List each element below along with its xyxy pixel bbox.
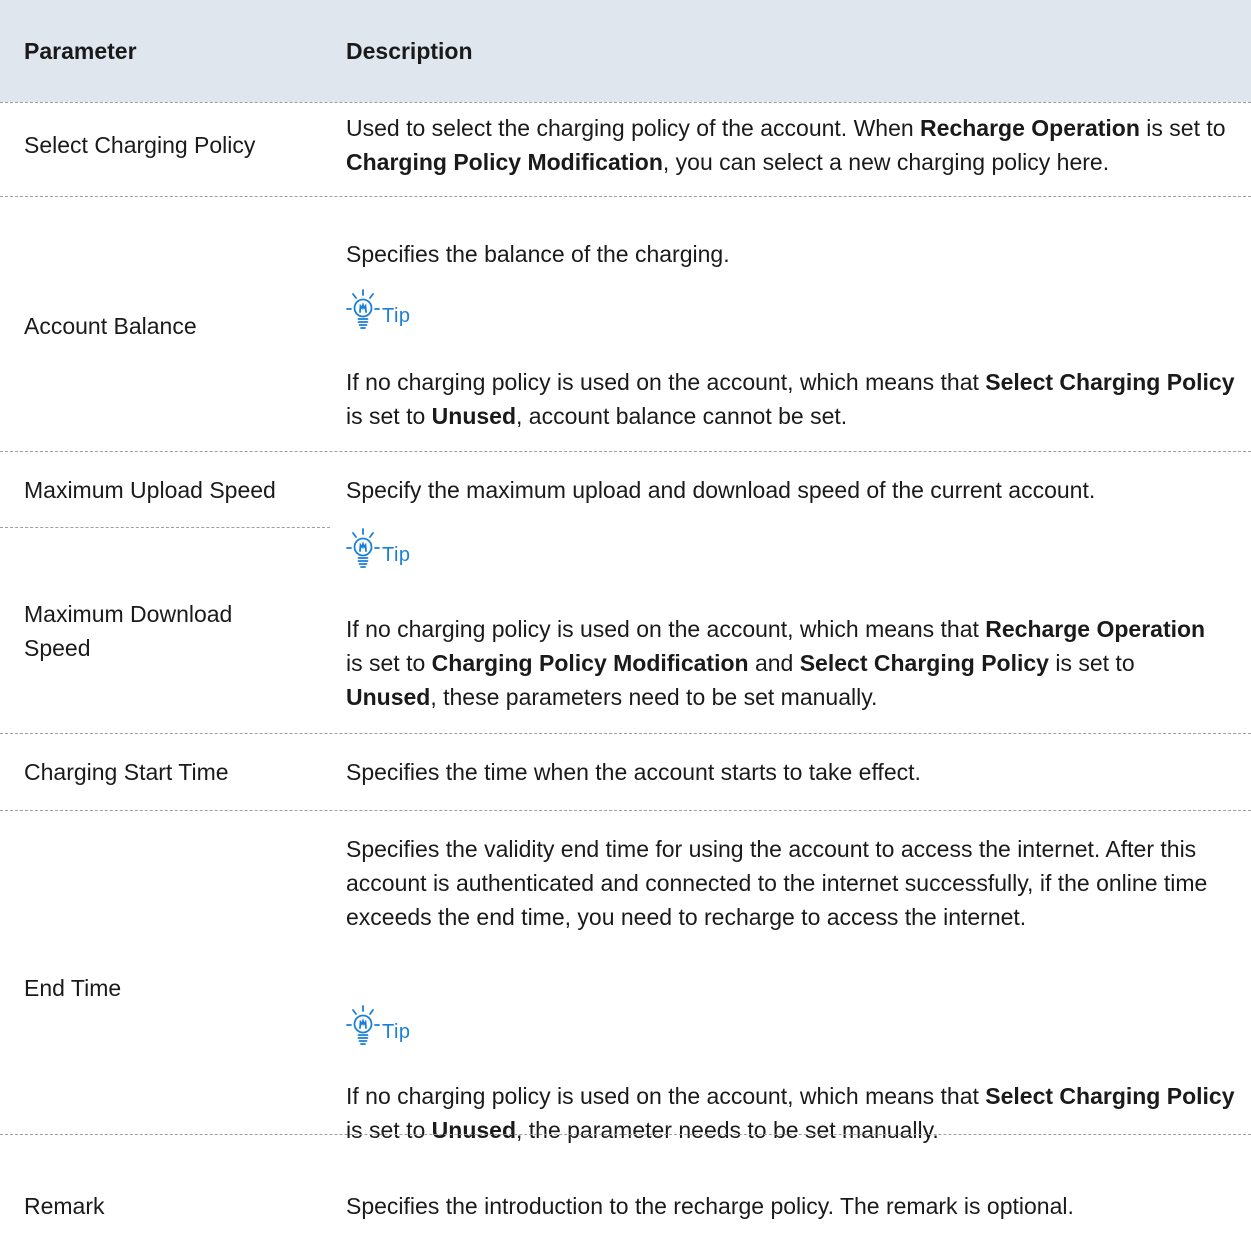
tip-label: Tip — [382, 305, 411, 327]
row-divider — [0, 810, 1251, 811]
lightbulb-icon — [346, 527, 380, 571]
row-divider — [0, 196, 1251, 197]
header-divider — [0, 102, 1251, 103]
row-divider — [0, 451, 1251, 452]
tip-label: Tip — [382, 544, 411, 566]
tip-account-balance: Tip — [346, 288, 411, 332]
tip-text-speed-group: If no charging policy is used on the acc… — [346, 616, 1206, 710]
tip-end-time: Tip — [346, 1004, 411, 1048]
param-charging-start-time: Charging Start Time — [24, 759, 229, 785]
tip-text-end-time: If no charging policy is used on the acc… — [346, 1083, 1235, 1143]
desc-speed-group: Specify the maximum upload and download … — [346, 477, 1096, 503]
row-divider — [0, 733, 1251, 734]
param-remark: Remark — [24, 1193, 105, 1219]
parameter-table: Parameter Description Select Charging Po… — [0, 0, 1251, 1233]
table-header-row: Parameter Description — [0, 0, 1251, 102]
param-max-download-speed: Maximum Download Speed — [24, 601, 233, 661]
sub-row-divider — [0, 527, 330, 528]
desc-end-time: Specifies the validity end time for usin… — [346, 836, 1208, 930]
lightbulb-icon — [346, 1004, 380, 1048]
desc-charging-start-time: Specifies the time when the account star… — [346, 759, 921, 785]
lightbulb-icon — [346, 288, 380, 332]
tip-speed-group: Tip — [346, 527, 411, 571]
desc-select-charging-policy: Used to select the charging policy of th… — [346, 115, 1226, 175]
desc-remark: Specifies the introduction to the rechar… — [346, 1193, 1074, 1219]
header-parameter: Parameter — [24, 38, 137, 64]
param-select-charging-policy: Select Charging Policy — [24, 132, 256, 158]
param-account-balance: Account Balance — [24, 313, 197, 339]
param-end-time: End Time — [24, 975, 122, 1001]
tip-text-account-balance: If no charging policy is used on the acc… — [346, 369, 1235, 429]
tip-label: Tip — [382, 1021, 411, 1043]
desc-account-balance: Specifies the balance of the charging. — [346, 241, 730, 267]
header-description: Description — [346, 38, 473, 64]
row-divider — [0, 1134, 1251, 1135]
param-max-upload-speed: Maximum Upload Speed — [24, 477, 276, 503]
